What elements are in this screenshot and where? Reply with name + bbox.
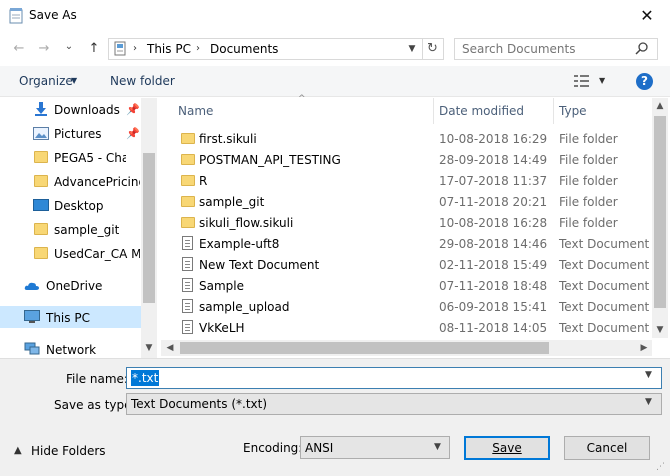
nav-scroll-down-icon[interactable]: ▼ — [141, 340, 157, 356]
folder-icon — [34, 223, 48, 235]
breadcrumb-separator: › — [196, 43, 200, 54]
cloud-icon — [24, 282, 39, 290]
scroll-down-icon[interactable]: ▼ — [652, 322, 668, 338]
nav-item-pega5[interactable]: PEGA5 - Char — [0, 146, 140, 168]
encoding-label: Encoding: — [243, 441, 303, 455]
text-document-icon — [182, 320, 193, 334]
desktop-icon — [33, 199, 49, 211]
navigation-pane: Downloads 📌 Pictures 📌 PEGA5 - Char Adva… — [0, 98, 157, 358]
folder-icon — [34, 247, 48, 259]
command-bar — [0, 66, 670, 97]
close-button[interactable]: ✕ — [636, 6, 658, 26]
title-bar — [0, 0, 670, 33]
nav-item-network[interactable]: Network — [0, 338, 140, 358]
save-button-label: Save — [492, 441, 522, 455]
recent-locations-chevron-icon[interactable]: ⌄ — [60, 38, 78, 56]
pin-icon: 📌 — [126, 103, 140, 116]
search-icon[interactable] — [634, 41, 650, 57]
forward-arrow-icon[interactable]: → — [35, 40, 53, 58]
folder-icon — [34, 175, 48, 187]
organize-menu[interactable]: Organize — [19, 74, 73, 88]
save-as-type-label: Save as type: — [54, 398, 136, 412]
scroll-right-icon[interactable]: ▶ — [636, 340, 652, 356]
file-row[interactable]: sample_upload 06-09-2018 15:41 Text Docu… — [162, 297, 652, 318]
file-row[interactable]: VkKeLH 08-11-2018 14:05 Text Document — [162, 318, 652, 339]
refresh-icon[interactable]: ↻ — [422, 39, 442, 59]
view-chevron-down-icon[interactable]: ▼ — [599, 76, 605, 85]
file-row[interactable]: New Text Document 02-11-2018 15:49 Text … — [162, 255, 652, 276]
nav-item-downloads[interactable]: Downloads 📌 — [0, 98, 140, 120]
folder-icon — [181, 133, 195, 144]
new-folder-button[interactable]: New folder — [110, 74, 175, 88]
breadcrumb-separator: › — [133, 43, 137, 54]
folder-icon — [181, 196, 195, 207]
save-as-type-value[interactable]: Text Documents (*.txt) — [131, 397, 267, 411]
file-row[interactable]: Example-uft8 29-08-2018 14:46 Text Docum… — [162, 234, 652, 255]
hide-folders-button[interactable]: Hide Folders — [31, 444, 106, 458]
pictures-icon — [33, 127, 49, 140]
file-name-value[interactable]: *.txt — [131, 370, 160, 386]
sort-ascending-icon: ^ — [298, 94, 306, 104]
nav-item-advancepricing[interactable]: AdvancePricing_ — [0, 170, 140, 192]
breadcrumb-this-pc[interactable]: This PC — [147, 42, 191, 56]
file-row[interactable]: R 17-07-2018 11:37 File folder — [162, 171, 652, 192]
file-row[interactable]: POSTMAN_API_TESTING 28-09-2018 14:49 Fil… — [162, 150, 652, 171]
cancel-button[interactable]: Cancel — [564, 436, 650, 460]
text-document-icon — [182, 257, 193, 271]
vertical-scroll-thumb[interactable] — [654, 116, 666, 308]
folder-icon — [181, 217, 195, 228]
folder-icon — [181, 175, 195, 186]
file-name-field[interactable] — [126, 367, 662, 389]
file-row[interactable]: first.sikuli 10-08-2018 16:29 File folde… — [162, 129, 652, 150]
save-as-type-chevron-down-icon[interactable]: ▼ — [645, 397, 652, 407]
pin-icon: 📌 — [126, 127, 140, 140]
folder-icon — [34, 151, 48, 163]
column-header-type[interactable]: Type — [559, 104, 587, 118]
encoding-chevron-down-icon[interactable]: ▼ — [434, 442, 441, 452]
file-name-chevron-down-icon[interactable]: ▼ — [645, 370, 652, 380]
computer-icon — [24, 310, 40, 323]
column-divider[interactable] — [433, 98, 434, 124]
nav-item-this-pc[interactable]: This PC — [0, 306, 141, 328]
search-input[interactable] — [462, 41, 632, 57]
file-row[interactable]: Sample 07-11-2018 18:48 Text Document — [162, 276, 652, 297]
download-arrow-icon — [35, 102, 47, 116]
notepad-icon — [9, 8, 23, 24]
encoding-value[interactable]: ANSI — [305, 441, 333, 455]
text-document-icon — [182, 278, 193, 292]
network-icon — [24, 342, 40, 355]
nav-item-pictures[interactable]: Pictures 📌 — [0, 122, 140, 144]
up-arrow-icon[interactable]: ↑ — [85, 40, 103, 58]
nav-item-onedrive[interactable]: OneDrive — [0, 274, 140, 296]
view-options-icon[interactable] — [574, 74, 590, 88]
file-row[interactable]: sample_git 07-11-2018 20:21 File folder — [162, 192, 652, 213]
address-pc-icon — [114, 41, 126, 56]
nav-item-usedcar[interactable]: UsedCar_CA Me — [0, 242, 140, 264]
nav-item-desktop[interactable]: Desktop — [0, 194, 140, 216]
file-name-label: File name: — [66, 372, 128, 386]
column-header-name[interactable]: Name — [178, 104, 213, 118]
text-document-icon — [182, 299, 193, 313]
nav-scroll-thumb[interactable] — [143, 153, 155, 303]
file-row[interactable]: sikuli_flow.sikuli 10-08-2018 16:28 File… — [162, 213, 652, 234]
back-arrow-icon[interactable]: ← — [10, 40, 28, 58]
organize-chevron-down-icon[interactable]: ▼ — [71, 76, 77, 85]
nav-item-sample-git[interactable]: sample_git — [0, 218, 140, 240]
breadcrumb-documents[interactable]: Documents — [210, 42, 278, 56]
text-document-icon — [182, 236, 193, 250]
column-header-date[interactable]: Date modified — [439, 104, 524, 118]
window-title: Save As — [29, 8, 77, 22]
folder-icon — [181, 154, 195, 165]
hide-folders-chevron-up-icon[interactable]: ▲ — [14, 445, 22, 456]
help-icon[interactable]: ? — [636, 73, 653, 90]
column-divider[interactable] — [553, 98, 554, 124]
address-dropdown-icon[interactable]: ▼ — [403, 39, 421, 59]
horizontal-scroll-thumb[interactable] — [180, 342, 549, 354]
resize-grip-icon[interactable]: ⋰ — [656, 462, 665, 472]
scroll-up-icon[interactable]: ▲ — [652, 98, 668, 114]
save-button[interactable]: Save — [464, 436, 550, 460]
scroll-left-icon[interactable]: ◀ — [162, 340, 178, 356]
